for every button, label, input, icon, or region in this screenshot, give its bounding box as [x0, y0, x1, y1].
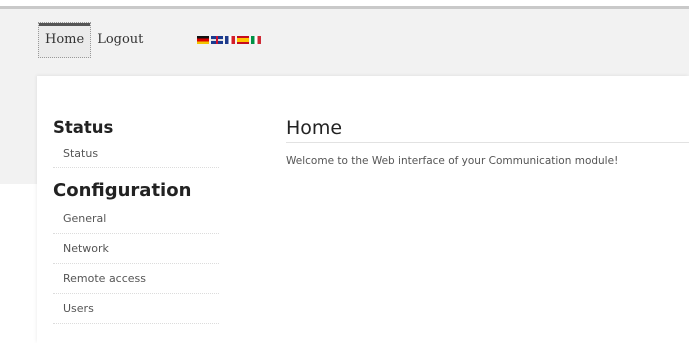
content-panel: Status Status Configuration General Netw… [37, 76, 689, 343]
top-nav: Home Logout [38, 22, 262, 58]
language-flags [197, 36, 262, 44]
nav-home[interactable]: Home [38, 22, 92, 58]
sidebar-heading-status: Status [53, 118, 114, 137]
italian-flag-icon[interactable] [251, 36, 262, 44]
nav-logout[interactable]: Logout [91, 22, 149, 58]
page-title: Home [286, 114, 689, 143]
sidebar-item-users[interactable]: Users [53, 294, 219, 324]
sidebar-item-status[interactable]: Status [53, 140, 219, 168]
sidebar-heading-configuration: Configuration [53, 180, 192, 201]
english-flag-icon[interactable] [211, 36, 224, 44]
german-flag-icon[interactable] [197, 36, 210, 44]
header-topline [0, 6, 689, 9]
sidebar-item-general[interactable]: General [53, 204, 219, 234]
french-flag-icon[interactable] [225, 36, 236, 44]
welcome-text: Welcome to the Web interface of your Com… [286, 155, 619, 167]
spanish-flag-icon[interactable] [237, 36, 250, 44]
sidebar-item-network[interactable]: Network [53, 234, 219, 264]
sidebar: Status Status Configuration General Netw… [53, 116, 219, 324]
main-content: Home Welcome to the Web interface of you… [286, 114, 689, 167]
sidebar-item-remote-access[interactable]: Remote access [53, 264, 219, 294]
